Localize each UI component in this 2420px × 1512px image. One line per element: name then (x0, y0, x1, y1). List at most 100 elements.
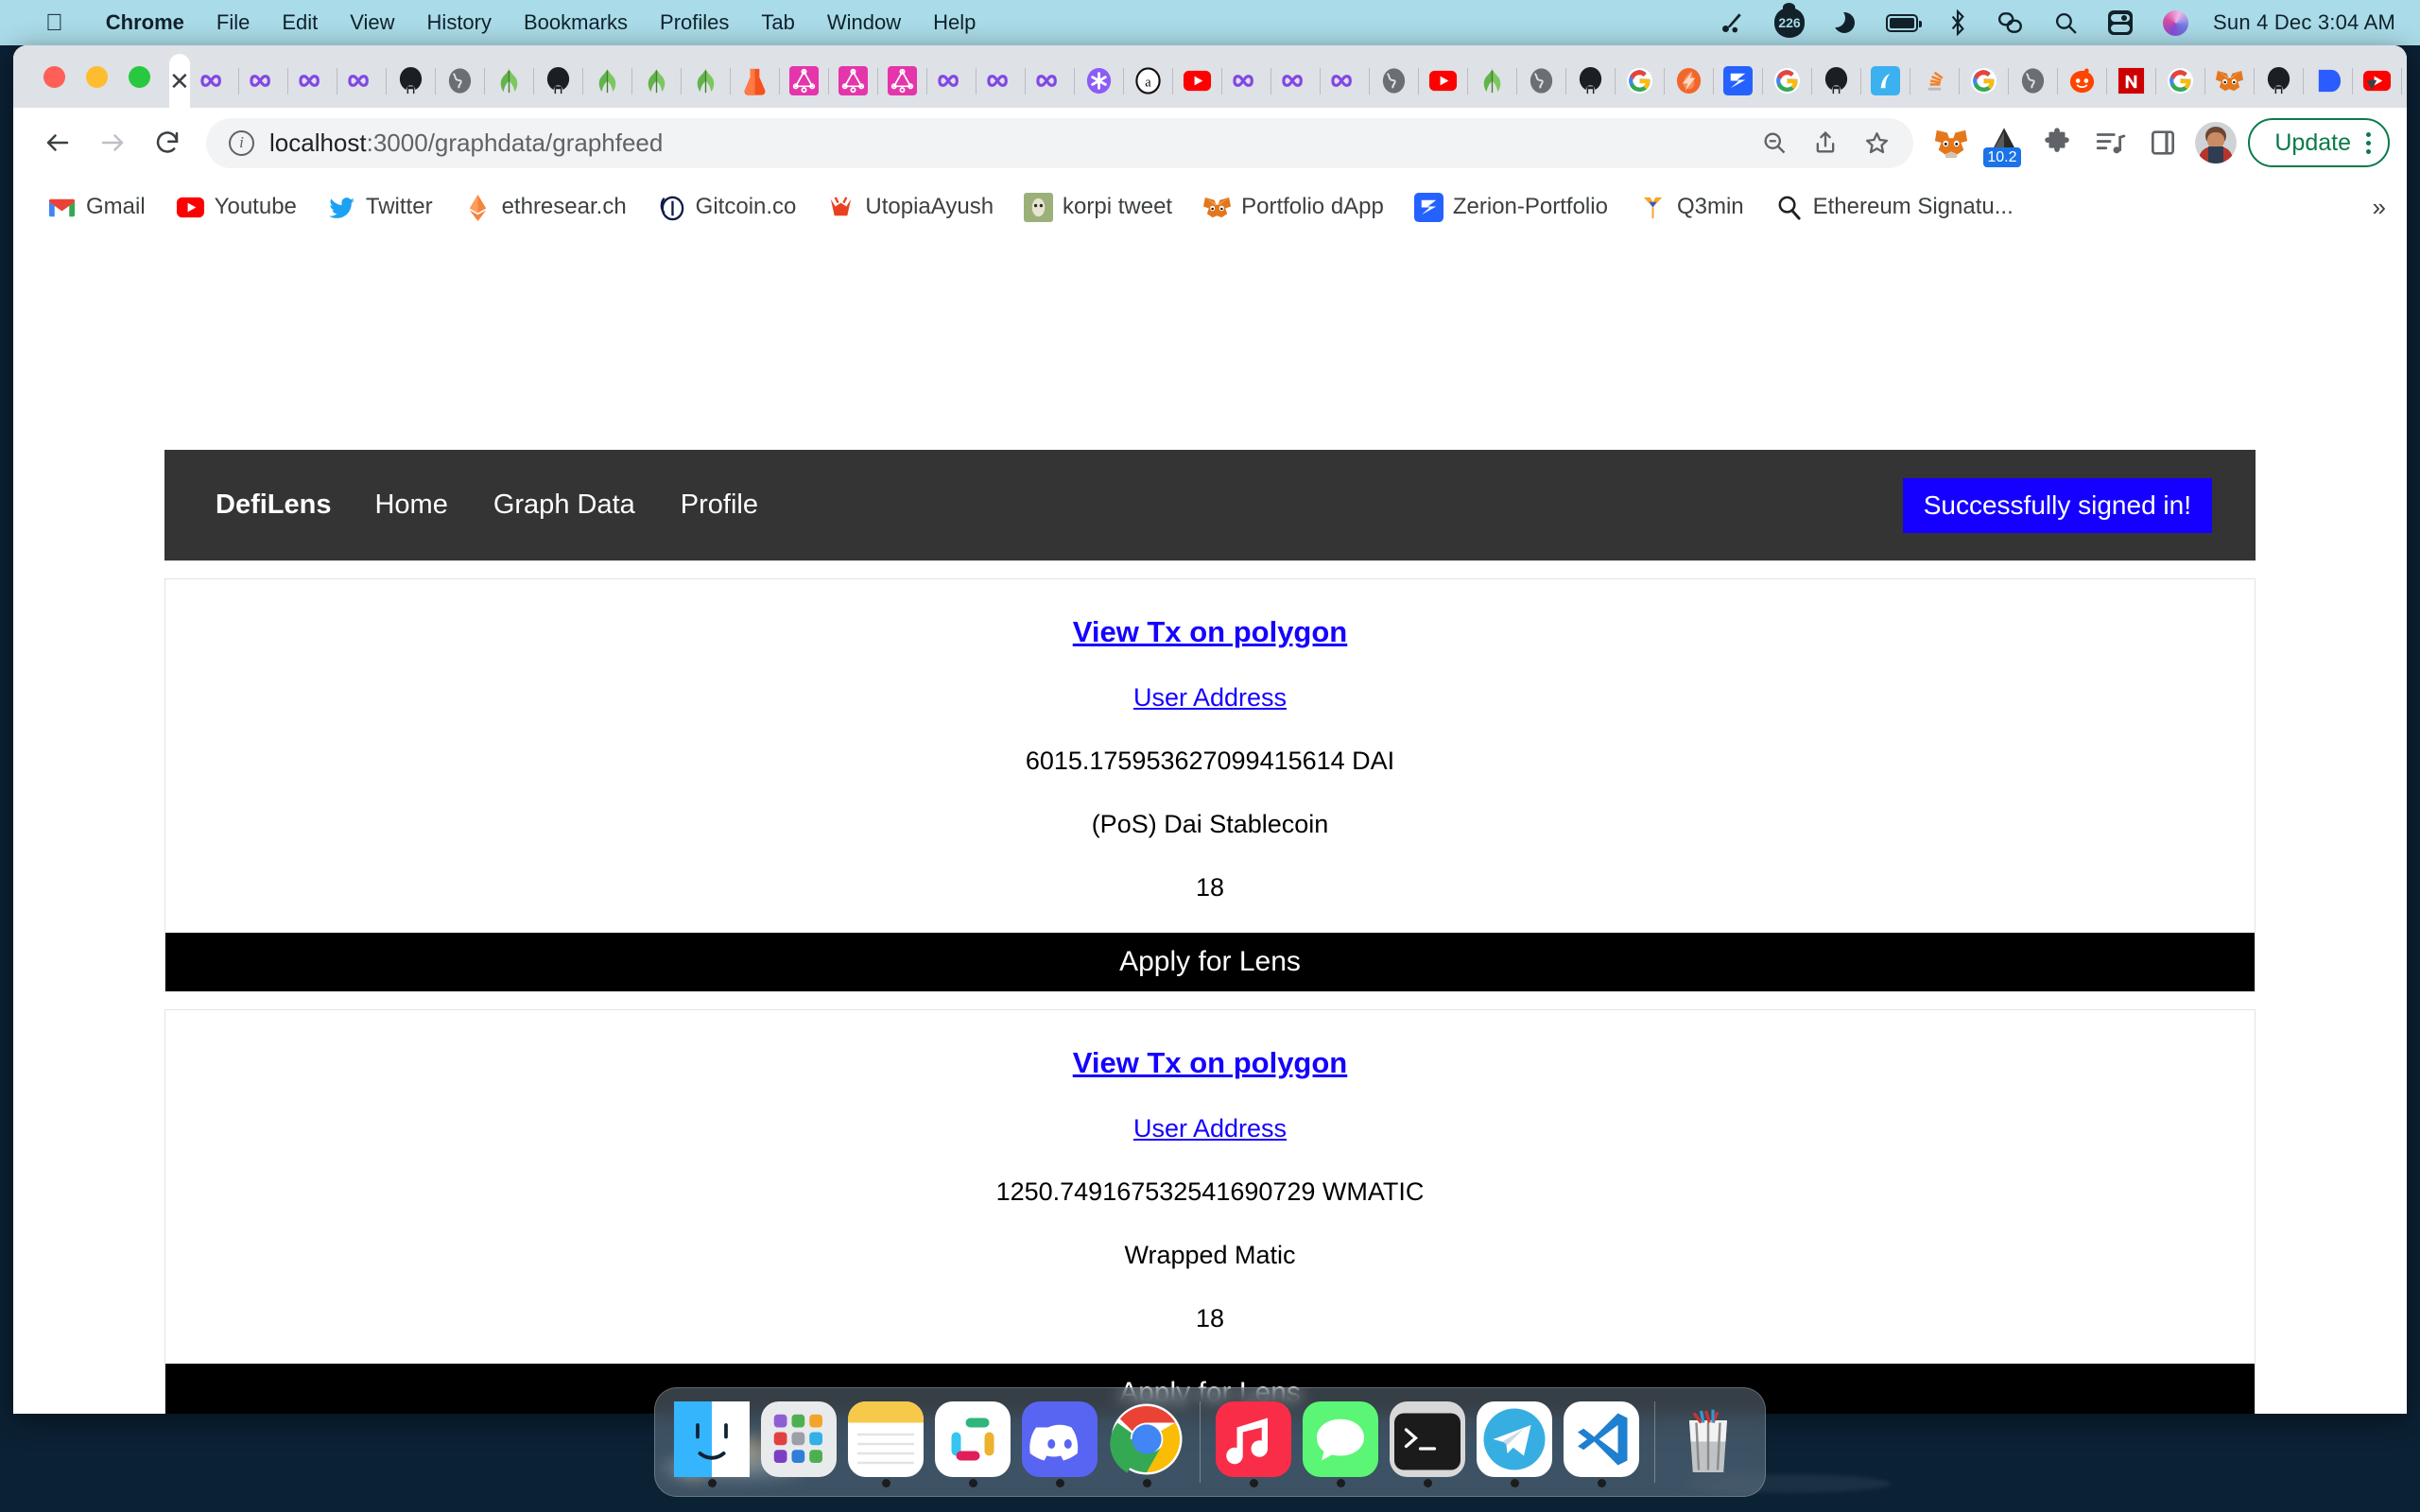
bookmark-item[interactable]: Youtube (161, 193, 312, 221)
browser-tab[interactable] (337, 54, 387, 108)
nav-link-home[interactable]: Home (352, 490, 470, 521)
browser-tab[interactable]: a (1124, 54, 1173, 108)
bookmark-star-icon[interactable] (1851, 117, 1902, 168)
browser-tab[interactable] (1616, 54, 1665, 108)
browser-tab[interactable] (2205, 54, 2255, 108)
dock-item-chrome[interactable] (1103, 1387, 1190, 1497)
menubar-clock[interactable]: Sun 4 Dec 3:04 AM (2204, 10, 2399, 35)
avatar[interactable] (2189, 116, 2242, 169)
address-bar[interactable]: i localhost:3000/graphdata/graphfeed (206, 117, 1914, 168)
browser-tab[interactable] (927, 54, 977, 108)
bookmark-item[interactable]: Gmail (32, 193, 161, 221)
browser-tab[interactable] (1271, 54, 1321, 108)
view-tx-link[interactable]: View Tx on polygon (165, 1046, 2255, 1080)
dock-item-notes[interactable] (842, 1387, 929, 1497)
dock-item-telegram[interactable] (1471, 1387, 1558, 1497)
dock-item-launchpad[interactable] (755, 1387, 842, 1497)
dock-item-terminal[interactable] (1384, 1387, 1471, 1497)
menu-item-tab[interactable]: Tab (745, 10, 810, 35)
nav-link-graph-data[interactable]: Graph Data (471, 490, 658, 521)
browser-tab[interactable] (1910, 54, 1960, 108)
browser-tab[interactable] (1714, 54, 1763, 108)
scissors-icon[interactable] (1704, 10, 1759, 35)
site-brand[interactable]: DefiLens (195, 490, 352, 521)
view-tx-link[interactable]: View Tx on polygon (165, 615, 2255, 649)
menu-item-chrome[interactable]: Chrome (90, 10, 200, 35)
link-chain-icon[interactable] (1982, 10, 2039, 35)
bookmark-item[interactable]: Twitter (312, 193, 448, 221)
do-not-disturb-moon-icon[interactable] (1820, 11, 1871, 34)
close-button[interactable] (43, 65, 65, 88)
bluetooth-icon[interactable] (1933, 9, 1982, 36)
dock-item-slack[interactable] (929, 1387, 1016, 1497)
browser-tab[interactable] (1960, 54, 2009, 108)
menu-item-window[interactable]: Window (811, 10, 917, 35)
browser-tab[interactable] (1370, 54, 1419, 108)
bookmarks-overflow-icon[interactable]: » (2373, 193, 2386, 222)
bookmark-item[interactable]: Q3min (1623, 193, 1759, 221)
dock-item-discord[interactable] (1016, 1387, 1103, 1497)
active-tab[interactable]: ✕ (169, 54, 190, 108)
browser-tab[interactable] (1173, 54, 1222, 108)
reading-list-icon[interactable] (2083, 116, 2136, 169)
bookmark-item[interactable]: Zerion-Portfolio (1399, 193, 1623, 222)
extensions-puzzle-icon[interactable] (2031, 116, 2083, 169)
browser-tab[interactable] (977, 54, 1026, 108)
browser-tab[interactable] (387, 54, 436, 108)
apply-for-lens-button[interactable]: Apply for Lens (165, 933, 2255, 991)
browser-tab[interactable] (485, 54, 534, 108)
update-button[interactable]: Update (2248, 118, 2390, 167)
browser-tab[interactable] (1468, 54, 1517, 108)
rabby-wallet-icon[interactable]: 10.2 (1978, 116, 2031, 169)
kebab-menu-icon[interactable] (2366, 131, 2378, 154)
browser-tab[interactable] (2255, 54, 2304, 108)
browser-tab[interactable] (780, 54, 829, 108)
browser-tab[interactable] (583, 54, 632, 108)
arrow-right-icon[interactable] (85, 115, 140, 170)
browser-tab[interactable] (1321, 54, 1370, 108)
bookmark-item[interactable]: Gitcoin.co (642, 193, 812, 221)
bookmark-item[interactable]: Ethereum Signatu... (1759, 193, 2029, 221)
browser-tab[interactable] (1665, 54, 1714, 108)
browser-tab[interactable] (534, 54, 583, 108)
browser-tab[interactable] (682, 54, 731, 108)
dock-item-trash[interactable] (1665, 1387, 1752, 1497)
browser-tab[interactable] (731, 54, 780, 108)
browser-tab[interactable] (632, 54, 682, 108)
browser-tab[interactable] (1861, 54, 1910, 108)
dock-item-messages[interactable] (1297, 1387, 1384, 1497)
menu-item-history[interactable]: History (411, 10, 508, 35)
browser-tab[interactable] (1566, 54, 1616, 108)
info-circle-icon[interactable]: i (229, 129, 254, 156)
browser-tab[interactable] (2009, 54, 2058, 108)
browser-tab[interactable] (1419, 54, 1468, 108)
browser-tab[interactable] (1222, 54, 1271, 108)
reload-icon[interactable] (140, 115, 195, 170)
tab-close-icon[interactable]: ✕ (169, 69, 190, 94)
menu-item-bookmarks[interactable]: Bookmarks (508, 10, 644, 35)
browser-tab[interactable] (1812, 54, 1861, 108)
notification-count-icon[interactable]: 226 (1759, 3, 1820, 38)
control-center-icon[interactable] (2093, 10, 2148, 35)
chevron-down-icon[interactable]: ▼ (2363, 75, 2380, 94)
browser-tab[interactable] (878, 54, 927, 108)
browser-tab[interactable] (1517, 54, 1566, 108)
metamask-fox-icon[interactable] (1925, 116, 1978, 169)
user-address-link[interactable]: User Address (165, 683, 2255, 713)
bookmark-item[interactable]: ethresear.ch (448, 193, 642, 222)
menu-item-edit[interactable]: Edit (266, 10, 334, 35)
browser-tab[interactable] (2058, 54, 2107, 108)
menu-item-file[interactable]: File (200, 10, 266, 35)
battery-icon[interactable] (1871, 13, 1933, 32)
browser-tab[interactable] (190, 54, 239, 108)
browser-tab[interactable] (1763, 54, 1812, 108)
browser-tab[interactable] (2304, 54, 2353, 108)
browser-tab[interactable] (2402, 54, 2407, 108)
spotlight-search-icon[interactable] (2039, 11, 2093, 35)
browser-tab[interactable] (2156, 54, 2205, 108)
menu-item-help[interactable]: Help (917, 10, 992, 35)
browser-tab[interactable] (829, 54, 878, 108)
nav-link-profile[interactable]: Profile (658, 490, 781, 521)
user-address-link[interactable]: User Address (165, 1114, 2255, 1143)
side-panel-icon[interactable] (2136, 116, 2189, 169)
